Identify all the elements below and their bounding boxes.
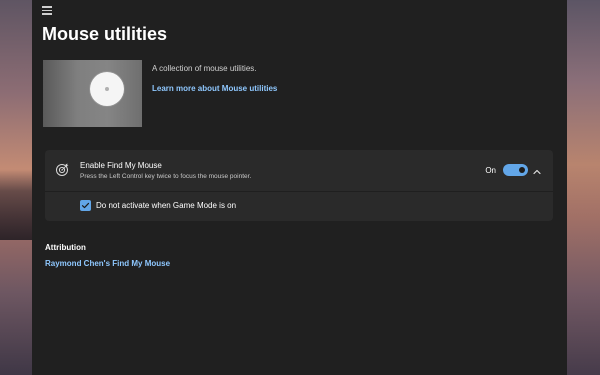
game-mode-checkbox[interactable]	[80, 200, 91, 211]
page-title: Mouse utilities	[42, 24, 168, 44]
toggle-thumb	[519, 167, 525, 173]
game-mode-option-row: Do not activate when Game Mode is on	[45, 192, 553, 221]
find-my-mouse-header[interactable]: Enable Find My Mouse Press the Left Cont…	[45, 150, 553, 192]
toggle-state-label: On	[485, 166, 496, 175]
hamburger-icon[interactable]	[42, 6, 54, 16]
settings-window: Mouse utilities A collection of mouse ut…	[32, 0, 567, 375]
find-my-mouse-card: Enable Find My Mouse Press the Left Cont…	[45, 150, 553, 221]
checkmark-icon	[81, 202, 90, 209]
chevron-up-icon[interactable]	[532, 164, 542, 175]
hero-image	[43, 60, 142, 127]
find-my-mouse-title: Enable Find My Mouse	[80, 161, 162, 170]
mouse-pointer-dot	[105, 87, 109, 91]
attribution-link[interactable]: Raymond Chen's Find My Mouse	[45, 259, 170, 268]
target-icon	[55, 163, 69, 177]
game-mode-option-label: Do not activate when Game Mode is on	[96, 201, 237, 210]
desktop-background-right	[567, 0, 600, 375]
hero-text: A collection of mouse utilities. Learn m…	[152, 64, 277, 93]
attribution-heading: Attribution	[45, 243, 86, 252]
spotlight-icon	[90, 72, 124, 106]
find-my-mouse-description: Press the Left Control key twice to focu…	[80, 173, 252, 180]
find-my-mouse-toggle[interactable]	[503, 164, 528, 176]
hero-description: A collection of mouse utilities.	[152, 64, 257, 73]
learn-more-link[interactable]: Learn more about Mouse utilities	[152, 84, 277, 93]
background-silhouette	[0, 170, 32, 240]
